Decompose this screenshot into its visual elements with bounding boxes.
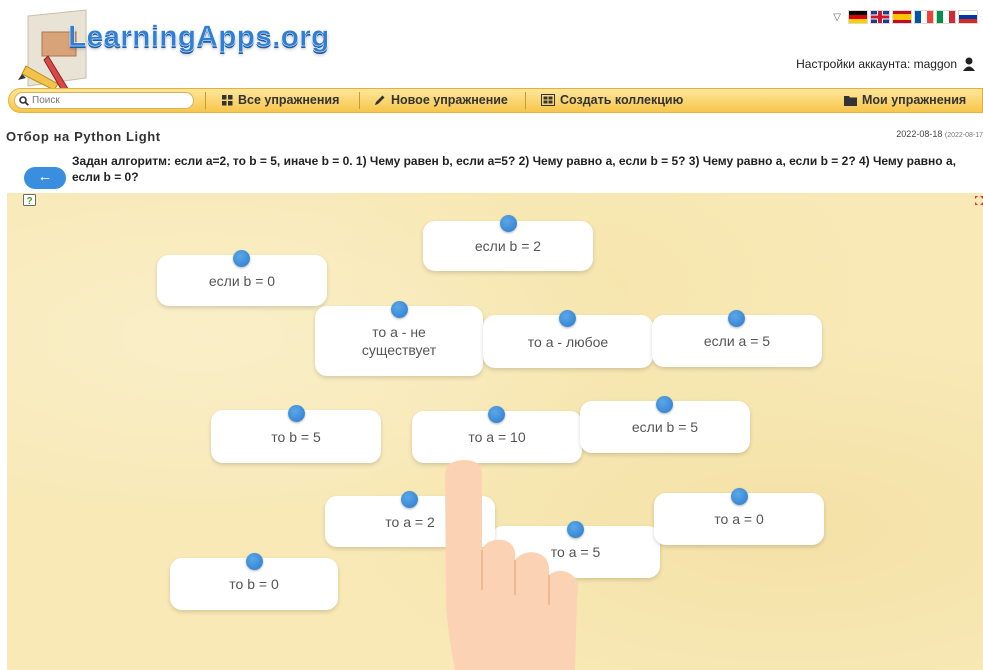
- nav-new-exercise-label[interactable]: Новое упражнение: [391, 93, 508, 107]
- nav-create-collection-label[interactable]: Создать коллекцию: [560, 93, 683, 107]
- help-icon[interactable]: ?: [23, 193, 37, 207]
- card-handle[interactable]: [288, 405, 305, 422]
- search-icon: [19, 95, 29, 106]
- exercise-date: 2022-08-18 (2022-08-17: [896, 129, 983, 139]
- account-label[interactable]: Настройки аккаунта: maggon: [796, 57, 957, 71]
- folder-icon: [844, 95, 857, 106]
- nav-my-exercises[interactable]: Мои упражнения: [844, 93, 966, 107]
- language-selector[interactable]: ▽: [833, 10, 977, 24]
- flag-uk-icon[interactable]: [871, 11, 889, 23]
- card-handle[interactable]: [500, 215, 517, 232]
- exercise-title: Отбор на Python Light: [6, 129, 161, 144]
- answer-card-label[interactable]: то b = 5: [271, 428, 320, 446]
- nav-all-exercises[interactable]: Все упражнения: [222, 93, 339, 107]
- flag-it-icon[interactable]: [937, 11, 955, 23]
- exercise-date-secondary: (2022-08-17: [944, 132, 983, 139]
- dropdown-arrow-icon[interactable]: ▽: [833, 12, 841, 23]
- back-button[interactable]: ←: [24, 167, 66, 189]
- answer-card-label[interactable]: то a - любое: [528, 333, 608, 351]
- pencil-icon: [375, 95, 385, 105]
- card-handle[interactable]: [488, 406, 505, 423]
- nav-divider: [525, 92, 526, 109]
- user-icon[interactable]: [963, 57, 975, 71]
- card-handle[interactable]: [656, 396, 673, 413]
- card-handle[interactable]: [233, 250, 250, 267]
- nav-create-collection[interactable]: Создать коллекцию: [541, 93, 683, 107]
- nav-all-exercises-label[interactable]: Все упражнения: [238, 93, 339, 107]
- nav-new-exercise[interactable]: Новое упражнение: [374, 93, 508, 107]
- answer-card-label[interactable]: то b = 0: [229, 575, 278, 593]
- search-input[interactable]: [32, 95, 182, 106]
- header: LearningApps.org ▽ Настройки аккаунта: m…: [0, 0, 983, 95]
- answer-card-label[interactable]: если b = 5: [632, 418, 698, 436]
- search-box[interactable]: [14, 92, 194, 109]
- task-text: Задан алгоритм: если a=2, то b = 5, инач…: [72, 154, 956, 184]
- answer-card-label[interactable]: то a = 10: [468, 428, 525, 446]
- flag-de-icon[interactable]: [849, 11, 867, 23]
- card-handle[interactable]: [391, 301, 408, 318]
- flag-fr-icon[interactable]: [915, 11, 933, 23]
- card-handle[interactable]: [731, 488, 748, 505]
- collection-icon: [541, 94, 555, 106]
- flag-es-icon[interactable]: [893, 11, 911, 23]
- answer-card-label[interactable]: если a = 5: [704, 332, 770, 350]
- nav-divider: [205, 92, 206, 109]
- fullscreen-icon[interactable]: [975, 196, 983, 205]
- answer-card-label[interactable]: если b = 2: [475, 237, 541, 255]
- card-handle[interactable]: [246, 553, 263, 570]
- flag-ru-icon[interactable]: [959, 11, 977, 23]
- svg-text:?: ?: [26, 196, 32, 207]
- grid-icon: [222, 94, 233, 105]
- card-handle[interactable]: [559, 310, 576, 327]
- answer-card-label[interactable]: если b = 0: [209, 272, 275, 290]
- pointing-hand-icon: [445, 460, 578, 670]
- site-logo[interactable]: LearningApps.org: [68, 20, 330, 54]
- nav-divider: [359, 92, 360, 109]
- exercise-date-value: 2022-08-18: [896, 129, 943, 139]
- arrow-left-icon[interactable]: ←: [38, 168, 53, 185]
- answer-card-label[interactable]: то a - не существует: [345, 323, 453, 359]
- card-handle[interactable]: [728, 310, 745, 327]
- answer-card-label[interactable]: то a = 0: [714, 510, 763, 528]
- account-settings[interactable]: Настройки аккаунта: maggon: [796, 57, 975, 71]
- nav-my-exercises-label[interactable]: Мои упражнения: [862, 93, 966, 107]
